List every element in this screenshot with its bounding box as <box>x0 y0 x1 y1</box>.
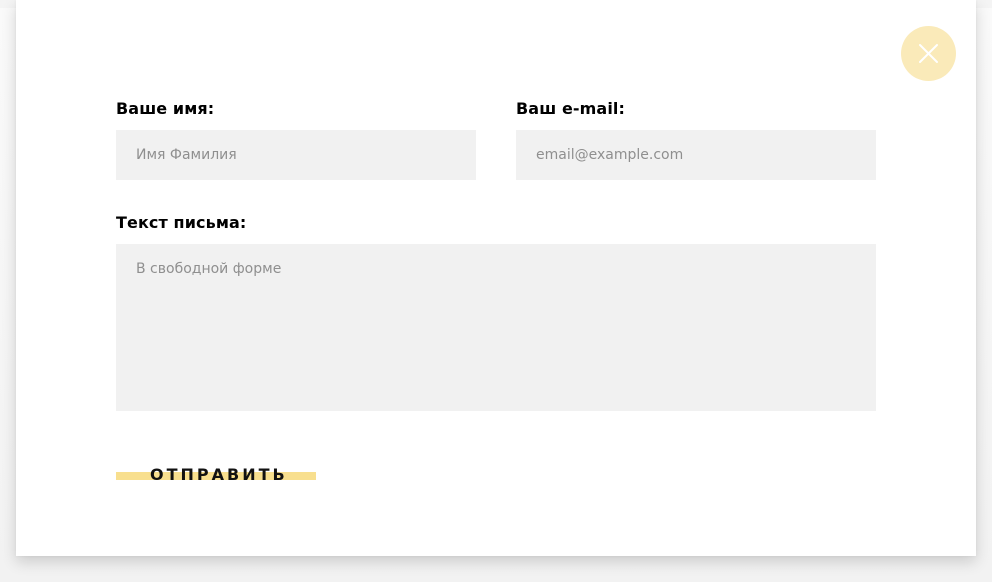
close-button[interactable] <box>901 26 956 81</box>
email-input[interactable] <box>516 130 876 180</box>
email-label: Ваш e-mail: <box>516 99 625 118</box>
close-icon <box>919 44 938 63</box>
page-backdrop: Ваше имя: Ваш e-mail: Текст письма: ОТПР… <box>0 0 992 582</box>
message-textarea[interactable] <box>116 244 876 411</box>
submit-label: ОТПРАВИТЬ <box>150 465 288 484</box>
contact-form-modal: Ваше имя: Ваш e-mail: Текст письма: ОТПР… <box>16 0 976 556</box>
message-label: Текст письма: <box>116 213 247 232</box>
name-label: Ваше имя: <box>116 99 215 118</box>
submit-button[interactable]: ОТПРАВИТЬ <box>116 462 316 490</box>
name-input[interactable] <box>116 130 476 180</box>
